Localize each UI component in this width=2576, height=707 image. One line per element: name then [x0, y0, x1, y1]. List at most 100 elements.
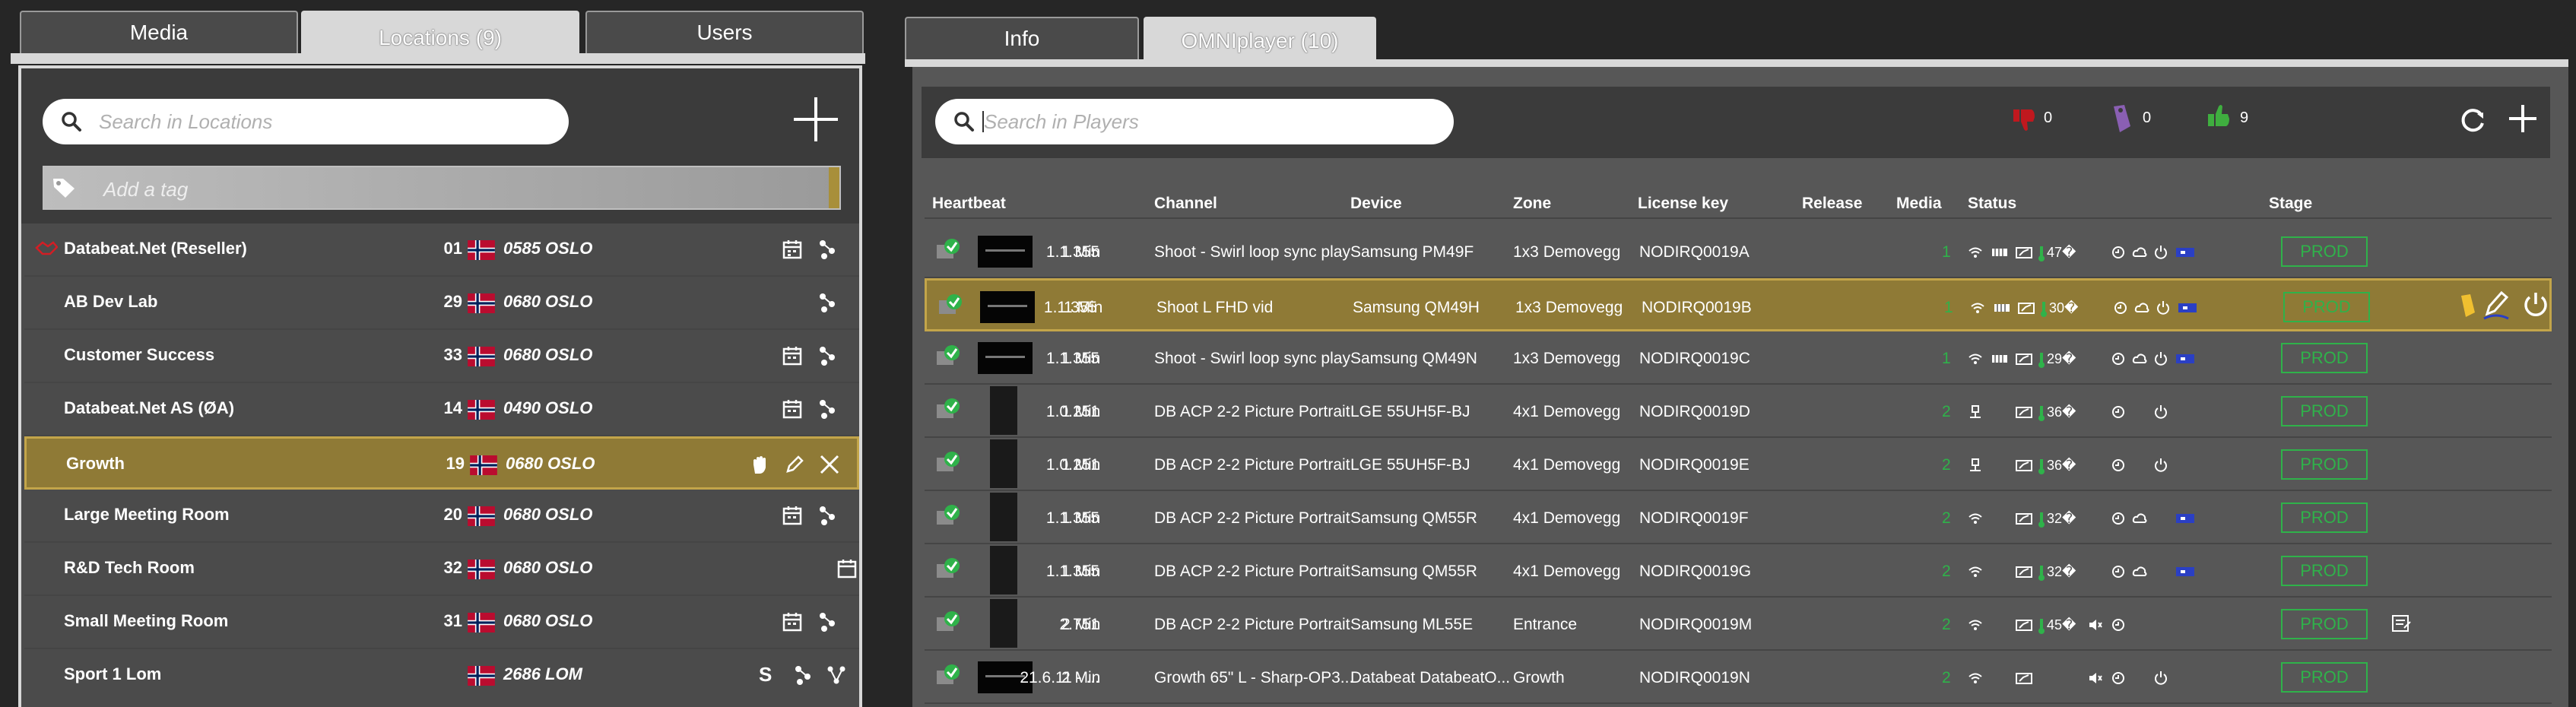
heartbeat-check-icon	[935, 556, 961, 582]
locations-search-input[interactable]: Search in Locations	[43, 99, 569, 144]
device-name: LGE 55UH5F-BJ	[1350, 403, 1470, 420]
device-name: Samsung PM49F	[1350, 243, 1474, 261]
calendar-icon[interactable]	[836, 558, 858, 579]
location-number: 31	[443, 611, 462, 630]
col-media[interactable]: Media	[1896, 195, 1942, 213]
col-channel[interactable]: Channel	[1154, 195, 1217, 213]
location-name: Customer Success	[64, 345, 215, 364]
player-row[interactable]: 1 Min DB ACP 2-2 Picture Portrait LGE 55UH…	[925, 438, 2552, 491]
thumbs-down-icon[interactable]	[2010, 106, 2038, 134]
location-row-selected[interactable]: Growth 19 0680 OSLO	[24, 436, 859, 490]
notes-icon[interactable]	[2390, 613, 2412, 634]
tab-info[interactable]: Info	[905, 17, 1139, 59]
tag-input[interactable]: Add a tag	[43, 166, 841, 210]
calendar-icon[interactable]	[782, 239, 803, 260]
location-number: 14	[443, 398, 462, 417]
stage-badge[interactable]: PROD	[2281, 556, 2368, 586]
device-name: Samsung QM49H	[1353, 299, 1480, 316]
location-row[interactable]: Large Meeting Room 20 0680 OSLO	[24, 490, 859, 543]
calendar-icon[interactable]	[782, 345, 803, 366]
location-row[interactable]: R&D Tech Room 32 0680 OSLO	[24, 543, 859, 596]
hierarchy-icon[interactable]	[792, 664, 814, 686]
player-row[interactable]: 1 Min DB ACP 2-2 Picture Portrait Samsung …	[925, 544, 2552, 598]
tag-count-icon[interactable]	[2109, 103, 2133, 134]
hand-icon[interactable]	[749, 454, 770, 475]
tab-users[interactable]: Users	[585, 11, 864, 53]
col-status[interactable]: Status	[1968, 195, 2016, 213]
samsung-tag-icon	[2175, 511, 2196, 526]
add-player-icon[interactable]	[2508, 103, 2538, 134]
power-icon	[2156, 300, 2171, 315]
stage-badge[interactable]: PROD	[2283, 292, 2370, 322]
temperature-icon	[2038, 351, 2045, 368]
cpu-icon	[2111, 564, 2126, 579]
tab-label: Info	[1004, 27, 1040, 50]
location-city: 2686 LOM	[503, 664, 582, 683]
hierarchy-icon[interactable]	[817, 239, 838, 260]
hierarchy-icon[interactable]	[817, 398, 838, 420]
location-row[interactable]: Small Meeting Room 31 0680 OSLO	[24, 596, 859, 649]
device-name: Databeat DatabeatO...	[1350, 669, 1511, 686]
hierarchy-icon[interactable]	[817, 505, 838, 526]
location-row[interactable]: Databeat.Net AS (ØA) 14 0490 OSLO	[24, 383, 859, 436]
temperature-value: 45�	[2047, 617, 2076, 632]
player-row-selected[interactable]: 1 Min Shoot L FHD vid Samsung QM49H 1x3 Dem…	[925, 278, 2552, 331]
player-row[interactable]: 2 Min DB ACP 2-2 Picture Portrait Samsung …	[925, 598, 2552, 651]
location-row[interactable]: Customer Success 33 0680 OSLO	[24, 330, 859, 383]
temperature-icon	[2038, 511, 2045, 528]
stage-badge[interactable]: PROD	[2281, 503, 2368, 533]
media-thumbnail	[978, 342, 1033, 374]
edit-icon[interactable]	[2482, 288, 2510, 322]
add-location-icon[interactable]	[791, 94, 841, 144]
license-key: NODIRQ0019N	[1639, 669, 1750, 686]
calendar-icon[interactable]	[782, 505, 803, 526]
stage-badge[interactable]: PROD	[2281, 396, 2368, 426]
temperature-icon	[2038, 458, 2045, 474]
power-button-icon[interactable]	[2522, 291, 2549, 319]
col-heartbeat[interactable]: Heartbeat	[932, 195, 1006, 213]
player-row[interactable]: 1 Min DB ACP 2-2 Picture Portrait LGE 55UH…	[925, 385, 2552, 438]
tag-edit-icon[interactable]	[2458, 291, 2476, 319]
hierarchy-icon[interactable]	[817, 292, 838, 313]
col-release[interactable]: Release	[1802, 195, 1862, 213]
hierarchy-link-icon[interactable]	[826, 664, 847, 686]
edit-icon[interactable]	[784, 454, 805, 475]
hierarchy-icon[interactable]	[817, 611, 838, 632]
temperature-value: 36�	[2047, 458, 2076, 473]
col-stage[interactable]: Stage	[2269, 195, 2312, 213]
col-license[interactable]: License key	[1638, 195, 1728, 213]
temperature-value: 29�	[2047, 351, 2076, 366]
col-zone[interactable]: Zone	[1513, 195, 1551, 213]
wifi-icon	[1968, 245, 1983, 260]
stage-badge[interactable]: PROD	[2281, 609, 2368, 639]
calendar-icon[interactable]	[782, 398, 803, 420]
player-row[interactable]: 1 Min Shoot - Swirl loop sync play Samsung…	[925, 331, 2552, 385]
tab-media[interactable]: Media	[20, 11, 298, 53]
stage-badge[interactable]: PROD	[2281, 236, 2368, 267]
release-version: 1.1.355	[1043, 299, 1097, 316]
location-name: Databeat.Net AS (ØA)	[64, 398, 235, 417]
close-icon[interactable]	[819, 454, 840, 475]
stage-badge[interactable]: PROD	[2281, 449, 2368, 480]
stage-badge[interactable]: PROD	[2281, 343, 2368, 373]
thumbs-up-icon[interactable]	[2205, 102, 2232, 129]
player-row[interactable]: 2 Min Growth 65" L - Sharp-OP3... Databeat…	[925, 651, 2552, 704]
col-device[interactable]: Device	[1350, 195, 1402, 213]
hierarchy-icon[interactable]	[817, 345, 838, 366]
player-row[interactable]: 1 Min Shoot - Swirl loop sync play Samsung…	[925, 225, 2552, 278]
tab-omniplayer[interactable]: OMNIplayer (10)	[1144, 17, 1376, 64]
heartbeat-check-icon	[935, 397, 961, 423]
location-row[interactable]: Databeat.Net (Reseller) 01 0585 OSLO	[24, 224, 859, 277]
refresh-icon[interactable]	[2457, 105, 2488, 135]
location-row[interactable]: Sport 1 Lom 2686 LOM S	[24, 649, 859, 702]
location-row[interactable]: AB Dev Lab 29 0680 OSLO	[24, 277, 859, 330]
media-thumbnail	[978, 236, 1033, 268]
calendar-icon[interactable]	[782, 611, 803, 632]
power-icon	[2153, 404, 2168, 420]
players-search-input[interactable]: Search in Players	[935, 99, 1454, 144]
player-row[interactable]: 1 Min DB ACP 2-2 Picture Portrait Samsung …	[925, 491, 2552, 544]
stage-badge[interactable]: PROD	[2281, 662, 2368, 693]
samsung-tag-icon	[2175, 245, 2196, 260]
temperature-value: 36�	[2047, 404, 2076, 420]
location-city: 0680 OSLO	[503, 292, 593, 311]
